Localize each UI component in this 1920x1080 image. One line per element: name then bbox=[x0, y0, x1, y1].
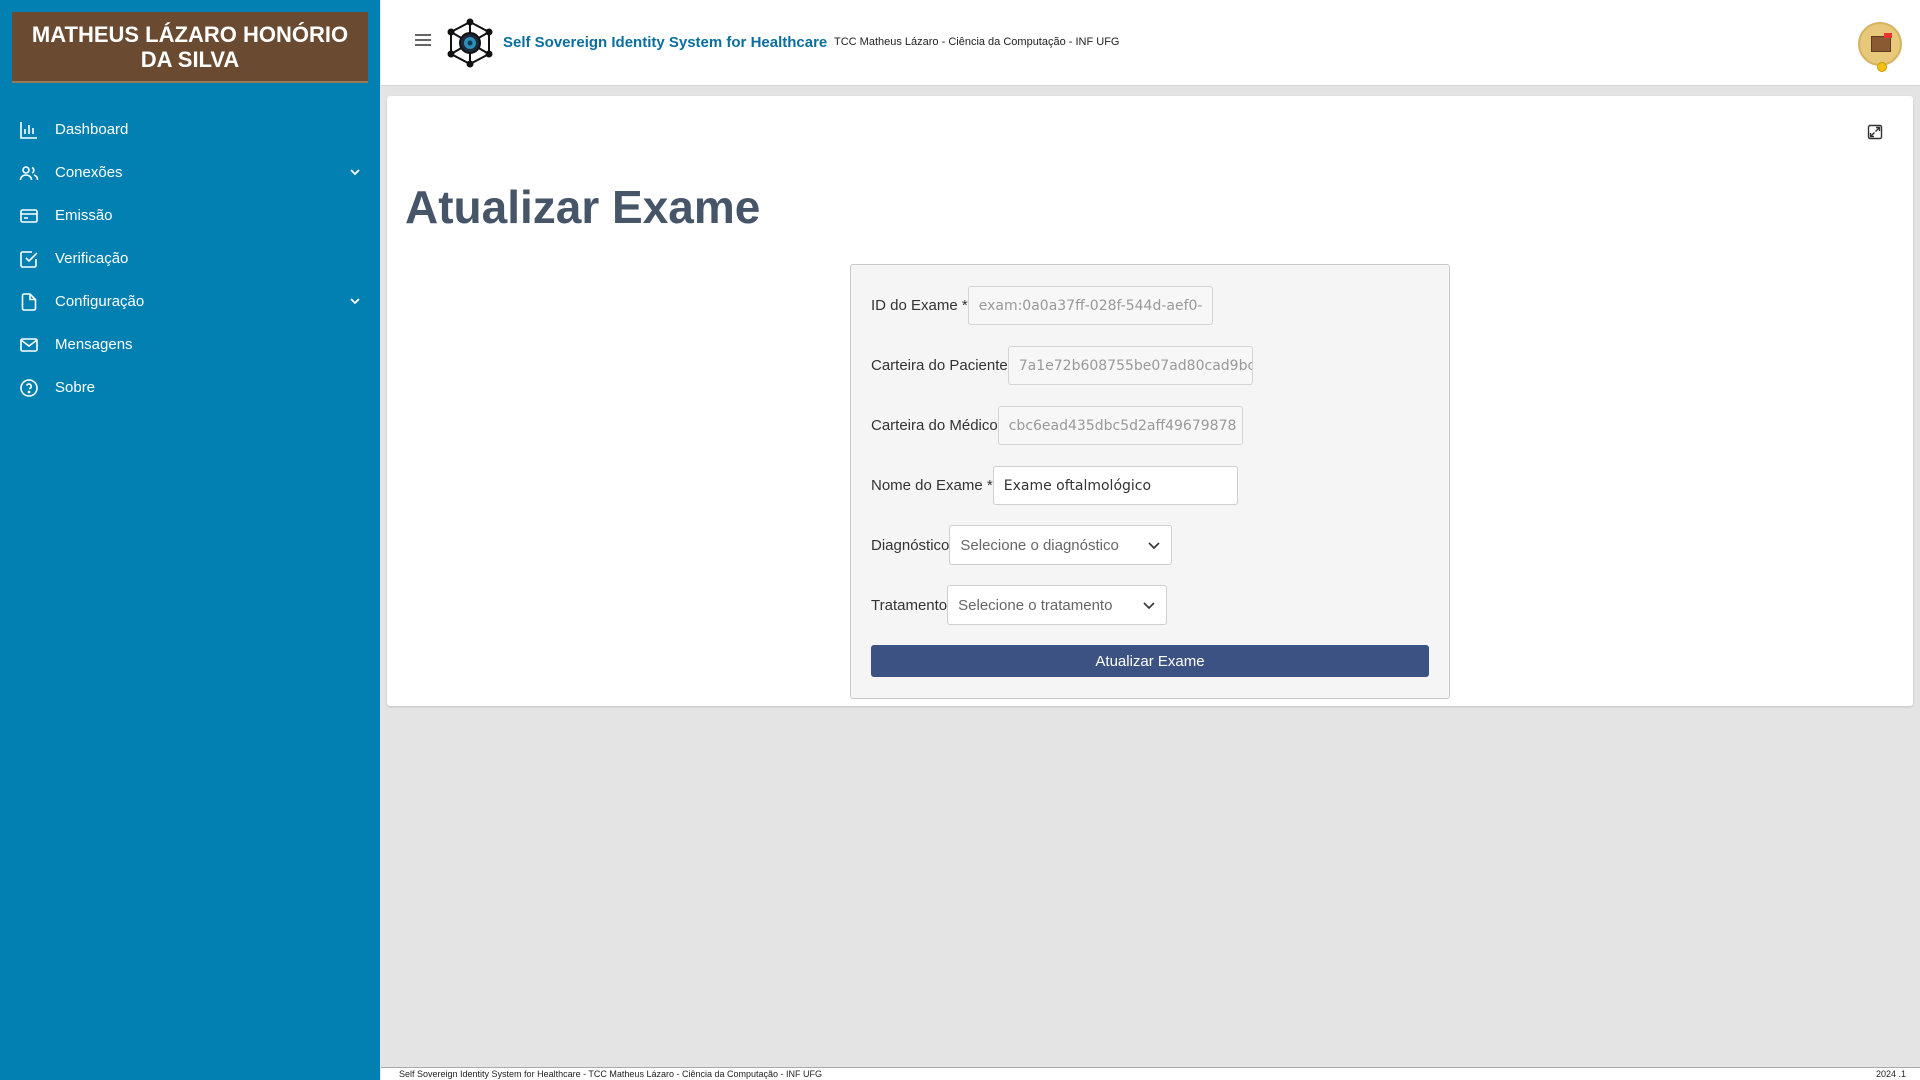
doctor-wallet-label: Carteira do Médico bbox=[871, 417, 998, 434]
sidebar-nav: Dashboard Conexões Emissão Verificação C… bbox=[0, 108, 380, 409]
app-subtitle: TCC Matheus Lázaro - Ciência da Computaç… bbox=[834, 36, 1120, 48]
footer-version: 2024 .1 bbox=[1875, 1069, 1906, 1079]
sidebar-item-label: Verificação bbox=[55, 250, 129, 267]
exam-id-row: ID do Exame * exam:0a0a37ff-028f-544d-ae… bbox=[871, 286, 1213, 325]
treatment-select-value: Selecione o tratamento bbox=[958, 596, 1113, 614]
chevron-down-icon bbox=[1148, 542, 1160, 550]
wallet-avatar[interactable] bbox=[1858, 22, 1902, 72]
app-logo-icon bbox=[447, 18, 493, 68]
menu-icon[interactable] bbox=[415, 34, 431, 48]
user-name-banner: MATHEUS LÁZARO HONÓRIO DA SILVA bbox=[12, 12, 368, 83]
patient-wallet-row: Carteira do Paciente 7a1e72b608755be07ad… bbox=[871, 346, 1253, 385]
sidebar-item-mensagens[interactable]: Mensagens bbox=[0, 323, 380, 366]
exam-name-input[interactable]: Exame oftalmológico bbox=[992, 466, 1238, 505]
diagnosis-select-value: Selecione o diagnóstico bbox=[960, 536, 1119, 554]
treatment-label: Tratamento bbox=[871, 596, 948, 614]
expand-icon[interactable] bbox=[1867, 124, 1883, 140]
credit-card-icon bbox=[20, 208, 38, 223]
sidebar-item-label: Configuração bbox=[55, 293, 145, 310]
shield-badge-icon bbox=[1877, 62, 1887, 72]
wallet-icon bbox=[1871, 36, 1891, 52]
chevron-down-icon[interactable] bbox=[348, 294, 362, 308]
treatment-row: Tratamento Selecione o tratamento bbox=[871, 585, 1168, 625]
sidebar-item-dashboard[interactable]: Dashboard bbox=[0, 108, 380, 151]
treatment-select[interactable]: Selecione o tratamento bbox=[947, 585, 1168, 625]
sidebar: MATHEUS LÁZARO HONÓRIO DA SILVA Dashboar… bbox=[0, 0, 380, 1080]
sidebar-item-verificacao[interactable]: Verificação bbox=[0, 237, 380, 280]
sidebar-item-emissao[interactable]: Emissão bbox=[0, 194, 380, 237]
update-exam-form: ID do Exame * exam:0a0a37ff-028f-544d-ae… bbox=[850, 264, 1450, 699]
exam-id-field[interactable]: exam:0a0a37ff-028f-544d-aef0- bbox=[967, 286, 1213, 325]
chevron-down-icon bbox=[1143, 602, 1155, 610]
sidebar-item-sobre[interactable]: Sobre bbox=[0, 366, 380, 409]
doctor-wallet-row: Carteira do Médico cbc6ead435dbc5d2aff49… bbox=[871, 406, 1243, 445]
exam-name-row: Nome do Exame * Exame oftalmológico bbox=[871, 466, 1238, 505]
sidebar-item-configuracao[interactable]: Configuração bbox=[0, 280, 380, 323]
bar-chart-icon bbox=[20, 121, 37, 139]
patient-wallet-label: Carteira do Paciente bbox=[871, 357, 1008, 374]
diagnosis-label: Diagnóstico bbox=[871, 536, 950, 554]
diagnosis-row: Diagnóstico Selecione o diagnóstico bbox=[871, 525, 1173, 565]
mail-icon bbox=[20, 337, 38, 352]
top-header: Self Sovereign Identity System for Healt… bbox=[381, 0, 1920, 86]
sidebar-item-label: Sobre bbox=[55, 379, 96, 396]
footer-text: Self Sovereign Identity System for Healt… bbox=[399, 1069, 823, 1079]
patient-wallet-field[interactable]: 7a1e72b608755be07ad80cad9bc bbox=[1007, 346, 1253, 385]
sidebar-item-label: Emissão bbox=[55, 207, 113, 224]
sidebar-item-conexoes[interactable]: Conexões bbox=[0, 151, 380, 194]
doctor-wallet-field[interactable]: cbc6ead435dbc5d2aff49679878 bbox=[997, 406, 1243, 445]
footer: Self Sovereign Identity System for Healt… bbox=[381, 1067, 1920, 1080]
users-icon bbox=[19, 165, 39, 180]
sidebar-item-label: Mensagens bbox=[55, 336, 133, 353]
sidebar-item-label: Conexões bbox=[55, 164, 123, 181]
content-card: Atualizar Exame ID do Exame * exam:0a0a3… bbox=[387, 96, 1913, 706]
file-icon bbox=[21, 292, 37, 311]
page-title: Atualizar Exame bbox=[405, 181, 761, 233]
exam-name-label: Nome do Exame * bbox=[871, 477, 993, 494]
check-square-icon bbox=[20, 250, 38, 268]
sidebar-item-label: Dashboard bbox=[55, 121, 129, 138]
app-title: Self Sovereign Identity System for Healt… bbox=[503, 34, 828, 51]
exam-id-label: ID do Exame * bbox=[871, 297, 968, 314]
chevron-down-icon[interactable] bbox=[348, 165, 362, 179]
help-circle-icon bbox=[20, 378, 38, 397]
diagnosis-select[interactable]: Selecione o diagnóstico bbox=[949, 525, 1173, 565]
update-exam-button[interactable]: Atualizar Exame bbox=[871, 645, 1429, 677]
